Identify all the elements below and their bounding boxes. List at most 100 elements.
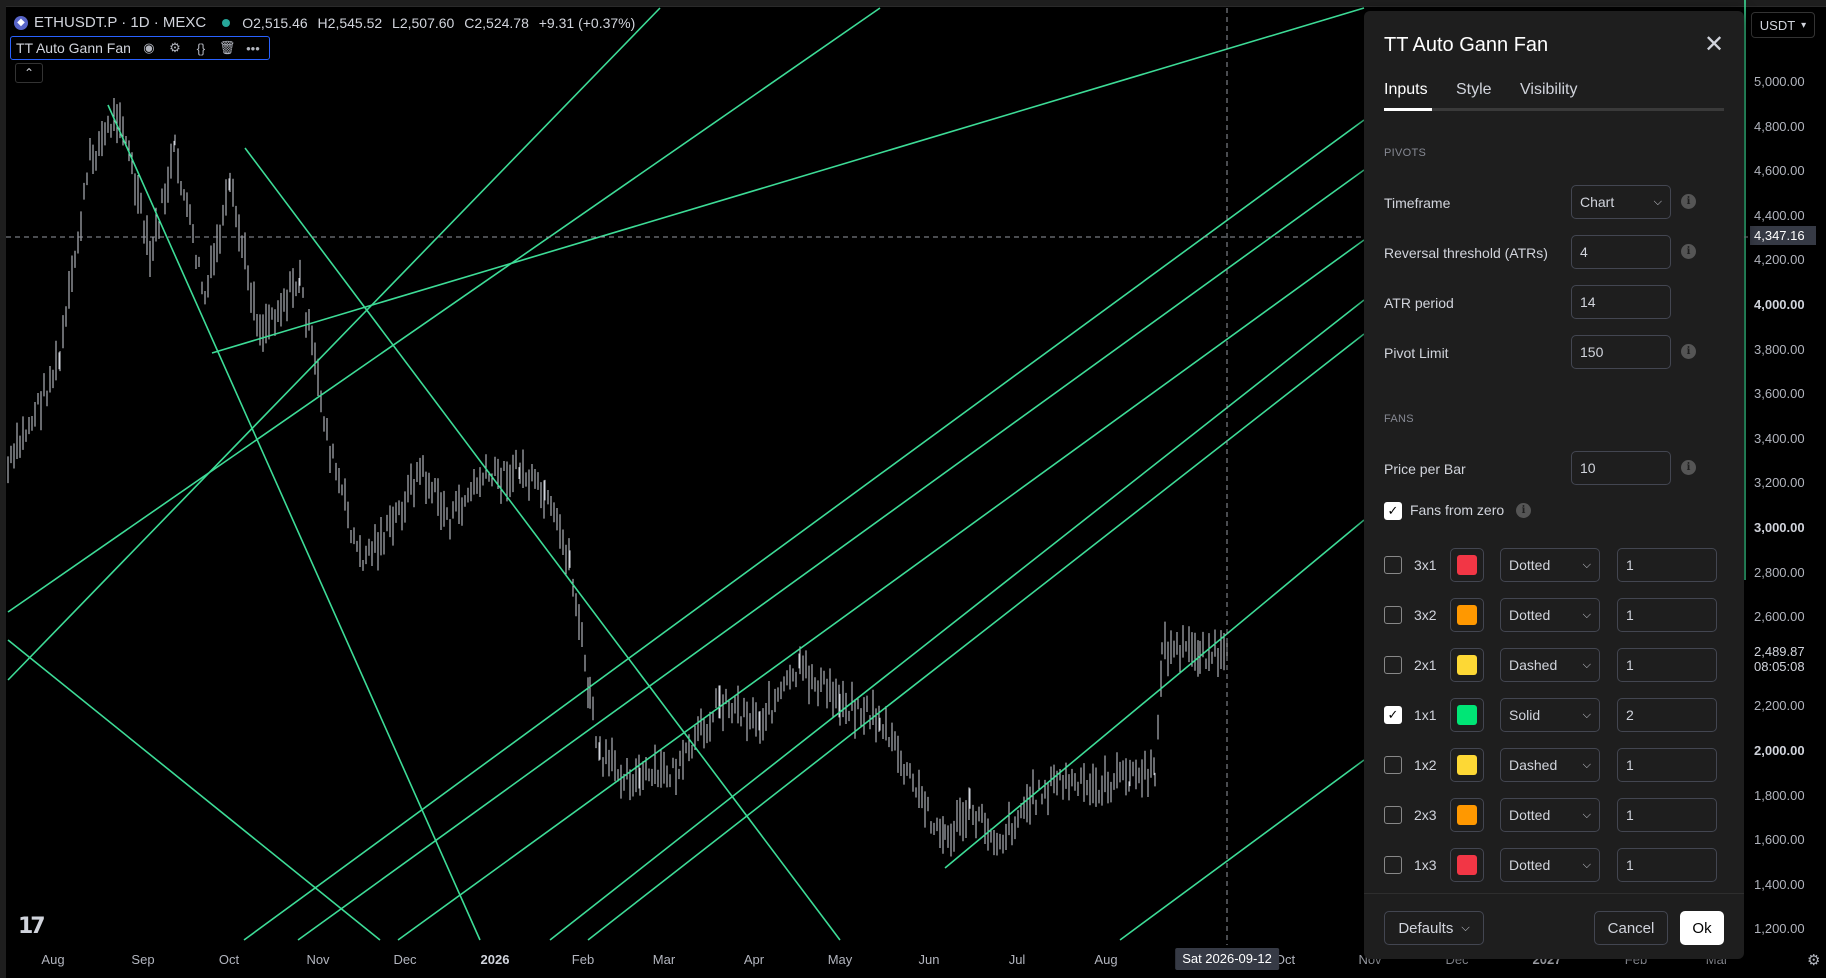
time-tick: Sep — [131, 952, 155, 967]
fan-line-style-select[interactable]: Dashed ⌵ — [1500, 648, 1600, 682]
color-chip — [1457, 605, 1477, 625]
indicator-name[interactable]: TT Auto Gann Fan — [16, 40, 131, 56]
fan-line-style-select[interactable]: Dotted ⌵ — [1500, 598, 1600, 632]
fans-from-zero-checkbox[interactable]: ✓ — [1384, 502, 1402, 520]
tab-inputs[interactable]: Inputs — [1384, 81, 1428, 99]
fan-label: 1x3 — [1414, 857, 1437, 873]
fan-2x3-checkbox[interactable] — [1384, 806, 1402, 824]
color-chip — [1457, 655, 1477, 675]
fan-1x3-checkbox[interactable] — [1384, 856, 1402, 874]
price-tick: 2,000.00 — [1754, 743, 1805, 758]
gann-fan-line — [549, 299, 1365, 941]
price-tick: 1,400.00 — [1754, 876, 1805, 892]
eye-icon[interactable]: ◉ — [141, 40, 157, 56]
gann-fan-line — [7, 639, 381, 941]
time-tick: May — [827, 952, 853, 967]
fan-1x1-checkbox[interactable]: ✓ — [1384, 706, 1402, 724]
close-icon[interactable]: ✕ — [1700, 32, 1728, 60]
time-tick: Feb — [571, 952, 595, 967]
chevron-down-icon: ⌵ — [1461, 921, 1470, 934]
more-icon[interactable]: ••• — [245, 41, 261, 56]
tab-style[interactable]: Style — [1456, 81, 1492, 99]
indicator-legend[interactable]: TT Auto Gann Fan ◉ ⚙ {} 🗑 ••• — [10, 36, 270, 60]
fan-line-style-select[interactable]: Dashed ⌵ — [1500, 748, 1600, 782]
footer-divider — [1364, 893, 1744, 894]
fan-line-width-input[interactable]: 1 — [1617, 748, 1717, 782]
fan-label: 1x2 — [1414, 757, 1437, 773]
gann-fan-line — [244, 147, 841, 941]
tab-visibility[interactable]: Visibility — [1520, 81, 1578, 99]
info-icon[interactable]: i — [1516, 503, 1531, 518]
tradingview-logo-icon[interactable]: 17 — [18, 914, 46, 939]
fan-color-swatch[interactable] — [1450, 848, 1484, 882]
price-axis[interactable]: 5,000.00 4,800.00 4,600.00 4,400.00 4,200.00… — [1748, 7, 1826, 945]
pivot-limit-input[interactable]: 150 — [1571, 335, 1671, 369]
line-style-value: Dashed — [1509, 657, 1558, 673]
fan-line-style-select[interactable]: Dotted ⌵ — [1500, 548, 1600, 582]
dialog-title: TT Auto Gann Fan — [1384, 34, 1549, 56]
fan-3x1-checkbox[interactable] — [1384, 556, 1402, 574]
gann-fan-line — [107, 104, 481, 941]
chevron-down-icon: ⌵ — [1582, 608, 1591, 621]
indicator-settings-dialog: TT Auto Gann Fan ✕ Inputs Style Visibili… — [1364, 11, 1744, 959]
fan-color-swatch[interactable] — [1450, 748, 1484, 782]
price-tick: 4,200.00 — [1754, 252, 1805, 268]
line-style-value: Dotted — [1509, 607, 1551, 623]
fan-color-swatch[interactable] — [1450, 698, 1484, 732]
settings-icon[interactable]: ⚙ — [167, 40, 183, 56]
fan-color-swatch[interactable] — [1450, 648, 1484, 682]
price-tick: 4,600.00 — [1754, 163, 1805, 179]
price-tick: 2,800.00 — [1754, 564, 1805, 580]
fan-color-swatch[interactable] — [1450, 798, 1484, 832]
section-fans: FANS — [1384, 413, 1414, 425]
collapse-legend-button[interactable]: ⌃ — [15, 63, 43, 83]
price-tick: 3,200.00 — [1754, 475, 1805, 491]
fan-line-width-input[interactable]: 1 — [1617, 648, 1717, 682]
fan-line-style-select[interactable]: Dotted ⌵ — [1500, 848, 1600, 882]
tab-bar: Inputs Style Visibility — [1384, 81, 1724, 111]
reversal-threshold-input[interactable]: 4 — [1571, 235, 1671, 269]
bar-countdown: 08:05:08 — [1754, 659, 1805, 674]
info-icon[interactable]: i — [1681, 244, 1696, 259]
time-tick: Oct — [218, 952, 240, 967]
fan-line-width-input[interactable]: 1 — [1617, 548, 1717, 582]
chevron-down-icon: ⌵ — [1653, 195, 1662, 208]
symbol-title[interactable]: ETHUSDT.P · 1D · MEXC — [34, 14, 206, 31]
fan-line-width-input[interactable]: 1 — [1617, 598, 1717, 632]
defaults-button[interactable]: Defaults ⌵ — [1384, 911, 1484, 945]
fan-line-width-input[interactable]: 2 — [1617, 698, 1717, 732]
pivot-limit-label: Pivot Limit — [1384, 345, 1449, 361]
price-tick: 2,600.00 — [1754, 609, 1805, 625]
gann-fan-line — [397, 239, 1365, 941]
info-icon[interactable]: i — [1681, 194, 1696, 209]
atr-period-label: ATR period — [1384, 295, 1454, 311]
ohlc-values: O2,515.46 H2,545.52 L2,507.60 C2,524.78 … — [242, 14, 636, 31]
line-style-value: Dotted — [1509, 807, 1551, 823]
fan-line-style-select[interactable]: Dotted ⌵ — [1500, 798, 1600, 832]
timeframe-select[interactable]: Chart ⌵ — [1571, 185, 1671, 219]
fan-line-width-input[interactable]: 1 — [1617, 848, 1717, 882]
gann-fan-line — [243, 119, 1365, 941]
ok-button[interactable]: Ok — [1680, 911, 1724, 945]
fan-color-swatch[interactable] — [1450, 548, 1484, 582]
fan-line-width-input[interactable]: 1 — [1617, 798, 1717, 832]
info-icon[interactable]: i — [1681, 344, 1696, 359]
atr-period-input[interactable]: 14 — [1571, 285, 1671, 319]
info-icon[interactable]: i — [1681, 460, 1696, 475]
fan-line-style-select[interactable]: Solid ⌵ — [1500, 698, 1600, 732]
fan-1x2-checkbox[interactable] — [1384, 756, 1402, 774]
price-per-bar-input[interactable]: 10 — [1571, 451, 1671, 485]
market-status-icon — [222, 18, 231, 27]
gear-icon[interactable]: ⚙ — [1807, 951, 1820, 969]
trash-icon[interactable]: 🗑 — [219, 40, 236, 56]
source-code-icon[interactable]: {} — [193, 41, 209, 56]
price-tick: 4,000.00 — [1754, 297, 1805, 312]
fan-3x2-checkbox[interactable] — [1384, 606, 1402, 624]
timeframe-value: Chart — [1580, 194, 1615, 210]
cancel-button[interactable]: Cancel — [1594, 911, 1668, 945]
fan-2x1-checkbox[interactable] — [1384, 656, 1402, 674]
last-price-value: 2,489.87 — [1754, 644, 1805, 659]
color-chip — [1457, 805, 1477, 825]
price-per-bar-label: Price per Bar — [1384, 461, 1466, 477]
fan-color-swatch[interactable] — [1450, 598, 1484, 632]
